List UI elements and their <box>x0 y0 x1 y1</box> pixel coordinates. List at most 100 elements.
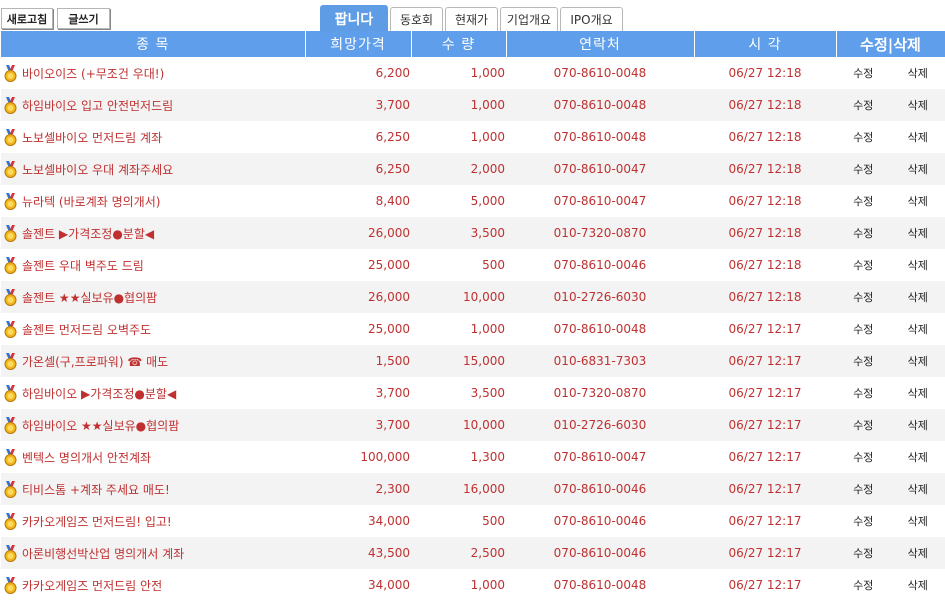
edit-button[interactable]: 수정 <box>836 193 891 209</box>
edit-button[interactable]: 수정 <box>836 577 891 593</box>
listing-name-cell[interactable]: 하임바이오 입고 안전먼저드림 <box>1 89 305 121</box>
edit-button[interactable]: 수정 <box>836 545 891 561</box>
edit-button[interactable]: 수정 <box>836 161 891 177</box>
price-cell: 26,000 <box>368 226 410 240</box>
delete-button[interactable]: 삭제 <box>891 577 945 593</box>
price-cell: 34,000 <box>368 514 410 528</box>
listing-name[interactable]: 벤텍스 명의개서 안전계좌 <box>22 451 151 465</box>
listing-name[interactable]: 솔젠트 우대 벽주도 드림 <box>22 259 144 273</box>
listing-name-cell[interactable]: 하임바이오 ★★실보유●협의팜 <box>1 409 305 441</box>
listing-name-cell[interactable]: 벤텍스 명의개서 안전계좌 <box>1 441 305 473</box>
tab-1[interactable]: 동호회 <box>390 7 443 31</box>
listing-name[interactable]: 아론비행선박산업 명의개서 계좌 <box>22 547 184 561</box>
time-cell: 06/27 12:17 <box>728 546 802 560</box>
time-cell: 06/27 12:18 <box>728 258 802 272</box>
listing-name-cell[interactable]: 카카오게임즈 먼저드림 안전 <box>1 569 305 601</box>
price-cell: 6,250 <box>375 130 410 144</box>
table-row: 노보셀바이오 우대 계좌주세요 6,250 2,000 070-8610-0047 06… <box>1 153 945 185</box>
listing-name[interactable]: 하임바이오 ★★실보유●협의팜 <box>22 419 179 433</box>
listing-name[interactable]: 솔젠트 ★★실보유●협의팜 <box>22 291 157 305</box>
delete-button[interactable]: 삭제 <box>891 257 945 273</box>
listing-name[interactable]: 카카오게임즈 먼저드림 안전 <box>22 579 162 593</box>
listing-name[interactable]: 가온셀(구,프로파워) ☎ 매도 <box>22 355 168 369</box>
table-row: 가온셀(구,프로파워) ☎ 매도 1,500 15,000 010-6831-7303… <box>1 345 945 377</box>
time-cell: 06/27 12:18 <box>728 194 802 208</box>
delete-button[interactable]: 삭제 <box>891 385 945 401</box>
table-body: 바이오이즈 (+무조건 우대!) 6,200 1,000 070-8610-0048 0… <box>1 57 945 601</box>
delete-button[interactable]: 삭제 <box>891 321 945 337</box>
listing-name-cell[interactable]: 솔젠트 ★★실보유●협의팜 <box>1 281 305 313</box>
phone-cell: 070-8610-0048 <box>553 578 647 592</box>
time-cell: 06/27 12:18 <box>728 130 802 144</box>
listing-name-cell[interactable]: 카카오게임즈 먼저드림! 입고! <box>1 505 305 537</box>
delete-button[interactable]: 삭제 <box>891 417 945 433</box>
listing-name[interactable]: 티비스톰 +계좌 주세요 매도! <box>22 483 170 497</box>
listing-name-cell[interactable]: 솔젠트 먼저드림 오벽주도 <box>1 313 305 345</box>
edit-button[interactable]: 수정 <box>836 353 891 369</box>
listing-name[interactable]: 카카오게임즈 먼저드림! 입고! <box>22 515 172 529</box>
delete-button[interactable]: 삭제 <box>891 65 945 81</box>
gold-medal-icon <box>2 288 19 306</box>
write-button[interactable]: 글쓰기 <box>57 8 110 29</box>
listing-name[interactable]: 뉴라텍 (바로계좌 명의개서) <box>22 195 160 209</box>
listing-name-cell[interactable]: 아론비행선박산업 명의개서 계좌 <box>1 537 305 569</box>
listing-name-cell[interactable]: 노보셀바이오 우대 계좌주세요 <box>1 153 305 185</box>
listing-name[interactable]: 노보셀바이오 먼저드림 계좌 <box>22 131 162 145</box>
tab-3[interactable]: 기업개요 <box>500 7 558 31</box>
edit-button[interactable]: 수정 <box>836 65 891 81</box>
edit-button[interactable]: 수정 <box>836 97 891 113</box>
delete-button[interactable]: 삭제 <box>891 97 945 113</box>
edit-button[interactable]: 수정 <box>836 257 891 273</box>
edit-button[interactable]: 수정 <box>836 417 891 433</box>
listing-name-cell[interactable]: 가온셀(구,프로파워) ☎ 매도 <box>1 345 305 377</box>
listing-name-cell[interactable]: 솔젠트 우대 벽주도 드림 <box>1 249 305 281</box>
delete-button[interactable]: 삭제 <box>891 481 945 497</box>
edit-button[interactable]: 수정 <box>836 385 891 401</box>
edit-button[interactable]: 수정 <box>836 513 891 529</box>
gold-medal-icon <box>2 96 19 114</box>
delete-button[interactable]: 삭제 <box>891 161 945 177</box>
time-cell: 06/27 12:18 <box>728 66 802 80</box>
listing-name-cell[interactable]: 뉴라텍 (바로계좌 명의개서) <box>1 185 305 217</box>
phone-cell: 010-7320-0870 <box>553 386 647 400</box>
edit-button[interactable]: 수정 <box>836 449 891 465</box>
time-cell: 06/27 12:17 <box>728 450 802 464</box>
price-cell: 8,400 <box>375 194 410 208</box>
delete-button[interactable]: 삭제 <box>891 449 945 465</box>
listing-name-cell[interactable]: 티비스톰 +계좌 주세요 매도! <box>1 473 305 505</box>
edit-button[interactable]: 수정 <box>836 289 891 305</box>
listing-name-cell[interactable]: 하임바이오 ▶가격조정●분할◀ <box>1 377 305 409</box>
delete-button[interactable]: 삭제 <box>891 513 945 529</box>
listing-name[interactable]: 솔젠트 먼저드림 오벽주도 <box>22 323 151 337</box>
table-row: 바이오이즈 (+무조건 우대!) 6,200 1,000 070-8610-0048 0… <box>1 57 945 89</box>
delete-button[interactable]: 삭제 <box>891 129 945 145</box>
listing-name-cell[interactable]: 바이오이즈 (+무조건 우대!) <box>1 57 305 89</box>
edit-button[interactable]: 수정 <box>836 129 891 145</box>
delete-button[interactable]: 삭제 <box>891 545 945 561</box>
phone-cell: 070-8610-0048 <box>553 130 647 144</box>
tab-4[interactable]: IPO개요 <box>560 7 623 31</box>
edit-button[interactable]: 수정 <box>836 321 891 337</box>
delete-button[interactable]: 삭제 <box>891 353 945 369</box>
listing-name-cell[interactable]: 솔젠트 ▶가격조정●분할◀ <box>1 217 305 249</box>
listing-name[interactable]: 하임바이오 ▶가격조정●분할◀ <box>22 387 176 401</box>
edit-button[interactable]: 수정 <box>836 225 891 241</box>
tab-bar: 팝니다 동호회 현재가 기업개요 IPO개요 <box>320 3 625 31</box>
listing-name[interactable]: 노보셀바이오 우대 계좌주세요 <box>22 163 173 177</box>
delete-button[interactable]: 삭제 <box>891 289 945 305</box>
column-header-actions: 수정|삭제 <box>836 31 945 57</box>
quantity-cell: 1,000 <box>470 98 505 112</box>
listing-name[interactable]: 바이오이즈 (+무조건 우대!) <box>22 67 164 81</box>
listing-name-cell[interactable]: 노보셀바이오 먼저드림 계좌 <box>1 121 305 153</box>
tab-0[interactable]: 팝니다 <box>320 5 388 31</box>
row-actions-cell: 수정 삭제 <box>836 217 945 249</box>
table-header-row: 종 목 희망가격 수 량 연락처 시 각 수정|삭제 <box>1 31 945 57</box>
refresh-button[interactable]: 새로고침 <box>1 8 53 29</box>
tab-2[interactable]: 현재가 <box>445 7 498 31</box>
gold-medal-icon <box>2 352 19 370</box>
listing-name[interactable]: 하임바이오 입고 안전먼저드림 <box>22 99 173 113</box>
delete-button[interactable]: 삭제 <box>891 225 945 241</box>
delete-button[interactable]: 삭제 <box>891 193 945 209</box>
listing-name[interactable]: 솔젠트 ▶가격조정●분할◀ <box>22 227 154 241</box>
edit-button[interactable]: 수정 <box>836 481 891 497</box>
